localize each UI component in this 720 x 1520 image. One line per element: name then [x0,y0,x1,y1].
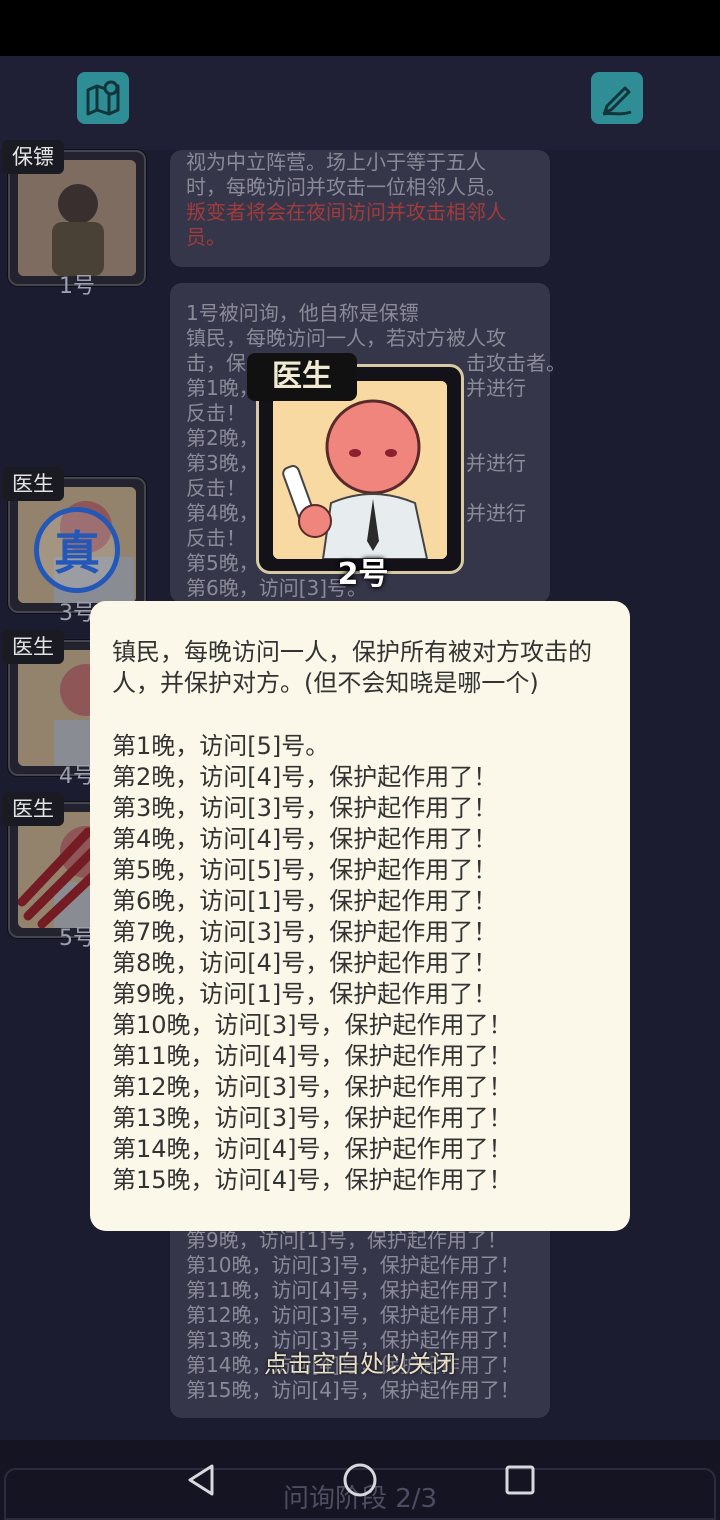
message-line: 第9晚，访问[1]号，保护起作用了！ [186,1228,508,1252]
message-line: 时，每晚访问并攻击一位相邻人员。 [186,175,506,199]
night-log-line: 第9晚，访问[1]号，保护起作用了！ [112,980,498,1008]
role-description: 镇民，每晚访问一人，保护所有被对方攻击的人，并保护对方。(但不会知晓是哪一个) [112,638,592,697]
message-line: 镇民，每晚访问一人，若对方被人攻 [186,326,506,350]
map-pin-icon-glyph [86,80,120,116]
message-fragment: 并进行 [466,376,526,400]
night-log-line: 第5晚，访问[5]号，保护起作用了！ [112,856,498,884]
message-line: 第12晚，访问[3]号，保护起作用了！ [186,1303,520,1327]
message-line: 第2晚， [186,426,259,450]
message-line: 反击！ [186,526,246,550]
message-line: 第4晚， [186,501,259,525]
player-number: 1号 [59,274,95,299]
message-line: 第11晚，访问[4]号，保护起作用了！ [186,1278,520,1302]
night-log-line: 第13晚，访问[3]号，保护起作用了！ [112,1104,513,1132]
role-tag: 医生 [2,792,64,826]
role-tag: 保镖 [2,140,64,174]
night-log-line: 第6晚，访问[1]号，保护起作用了！ [112,887,498,915]
close-hint[interactable]: 点击空白处以关闭 [0,1344,720,1379]
role-tag: 医生 [2,630,64,664]
night-log-line: 第8晚，访问[4]号，保护起作用了！ [112,949,498,977]
selected-role-card: 医生 2号 [247,353,464,592]
bodyguard-portrait [18,160,136,276]
message-line-warning: 员。 [186,225,226,249]
night-log-line: 第15晚，访问[4]号，保护起作用了！ [112,1166,513,1194]
night-log-line: 第2晚，访问[4]号，保护起作用了！ [112,763,498,791]
recents-square-icon[interactable] [500,1460,540,1500]
message-line: 反击！ [186,401,246,425]
role-tag: 医生 [247,353,357,401]
message-bubble-rules: 视为中立阵营。场上小于等于五人 时，每晚访问并攻击一位相邻人员。 叛变者将会在夜… [170,150,550,267]
pen-edit-icon[interactable] [591,72,643,124]
player-number: 2号 [337,557,389,592]
night-log-line: 第4晚，访问[4]号，保护起作用了！ [112,825,498,853]
night-log-line: 第7晚，访问[3]号，保护起作用了！ [112,918,498,946]
message-line: 视为中立阵营。场上小于等于五人 [186,150,486,174]
home-circle-icon[interactable] [340,1460,380,1500]
message-line: 第3晚， [186,451,259,475]
map-pin-icon[interactable] [77,72,129,124]
status-bar [0,0,720,56]
message-line: 第10晚，访问[3]号，保护起作用了！ [186,1253,520,1277]
role-detail-popup[interactable]: 镇民，每晚访问一人，保护所有被对方攻击的人，并保护对方。(但不会知晓是哪一个) … [90,601,630,1231]
message-line: 第15晚，访问[4]号，保护起作用了！ [186,1378,520,1402]
message-fragment: 击攻击者。 [466,351,566,375]
message-line: 击，保 [186,351,246,375]
night-log-line: 第1晚，访问[5]号。 [112,732,330,760]
message-fragment: 并进行 [466,451,526,475]
player-card-1[interactable]: 保镖 1号 [2,140,146,299]
message-line: 第5晚， [186,551,259,575]
night-log-line: 第10晚，访问[3]号，保护起作用了！ [112,1011,513,1039]
night-log-line: 第11晚，访问[4]号，保护起作用了！ [112,1042,513,1070]
message-line: 1号被问询，他自称是保镖 [186,301,419,325]
message-line: 反击！ [186,476,246,500]
message-bubble-log-tail: 第9晚，访问[1]号，保护起作用了！ 第10晚，访问[3]号，保护起作用了！ 第… [170,1220,550,1418]
true-verified-badge: 真 [34,507,120,593]
night-log-line: 第3晚，访问[3]号，保护起作用了！ [112,794,498,822]
doctor-illustration [273,381,447,559]
pen-edit-icon-glyph [602,86,632,116]
night-log-line: 第14晚，访问[4]号，保护起作用了！ [112,1135,513,1163]
night-log-line: 第12晚，访问[3]号，保护起作用了！ [112,1073,513,1101]
player-card-3[interactable]: 真 医生 3号 [2,467,146,626]
message-fragment: 并进行 [466,501,526,525]
role-tag: 医生 [2,467,64,501]
back-triangle-icon[interactable] [182,1460,222,1500]
message-line-warning: 叛变者将会在夜间访问并攻击相邻人 [186,200,506,224]
